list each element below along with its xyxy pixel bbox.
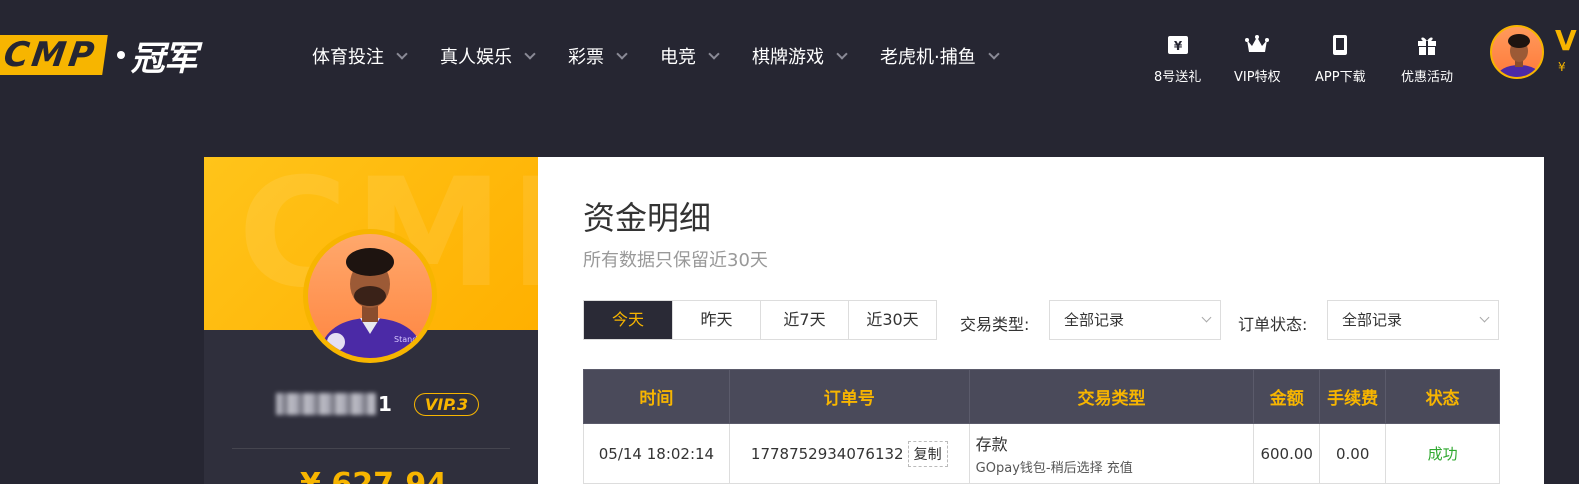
gift-icon xyxy=(1418,37,1436,55)
nav-item-live-casino[interactable]: 真人娱乐 xyxy=(440,42,536,70)
username-row: 1 VIP.3 xyxy=(276,391,480,417)
chevron-down-icon xyxy=(1201,312,1212,323)
quick-link-label: APP下载 xyxy=(1315,70,1366,85)
user-currency: ¥ xyxy=(1558,60,1566,74)
col-header-time: 时间 xyxy=(583,369,730,424)
quick-link-label: VIP特权 xyxy=(1234,70,1281,85)
profile-divider xyxy=(232,448,510,449)
quick-link-promotions[interactable]: 优惠活动 xyxy=(1401,34,1453,85)
logo-dot xyxy=(116,51,125,59)
vip-badge: VIP.3 xyxy=(413,392,480,416)
user-initial: V xyxy=(1555,24,1577,57)
type-sub: GOpay钱包-稍后选择 充值 xyxy=(975,461,1133,476)
select-value: 全部记录 xyxy=(1342,311,1403,329)
logo-text: 冠军 xyxy=(130,38,198,79)
page-title: 资金明细 xyxy=(583,199,712,237)
filter-type-label: 交易类型: xyxy=(960,315,1030,334)
order-status-select[interactable]: 全部记录 xyxy=(1327,300,1499,340)
avatar-portrait xyxy=(1497,34,1541,77)
balance-amount: ¥ 627.94 xyxy=(300,467,447,484)
nav-label: 彩票 xyxy=(568,47,604,68)
chevron-down-icon xyxy=(396,48,408,60)
cell-fee: 0.00 xyxy=(1319,423,1387,484)
chevron-down-icon xyxy=(1479,312,1490,323)
tab-last-7-days[interactable]: 近7天 xyxy=(760,301,848,339)
table-row: 05/14 18:02:14 1778752934076132 复制 存款 GOp… xyxy=(583,423,1500,484)
avatar-portrait: Standard xyxy=(318,248,430,358)
quick-link-label: 优惠活动 xyxy=(1401,70,1454,85)
select-value: 全部记录 xyxy=(1064,311,1125,329)
nav-item-slots-fishing[interactable]: 老虎机·捕鱼 xyxy=(880,42,1000,70)
chevron-down-icon xyxy=(988,48,1000,60)
nav-item-esports[interactable]: 电竞 xyxy=(660,42,720,70)
tab-last-30-days[interactable]: 近30天 xyxy=(848,301,936,339)
svg-text:¥: ¥ xyxy=(1173,39,1182,53)
nav-item-sports[interactable]: 体育投注 xyxy=(312,42,408,70)
nav-label: 老虎机·捕鱼 xyxy=(880,47,976,68)
transaction-type-select[interactable]: 全部记录 xyxy=(1049,300,1221,340)
crown-icon xyxy=(1245,35,1270,52)
nav-label: 体育投注 xyxy=(312,47,384,68)
page-subtitle: 所有数据只保留近30天 xyxy=(583,250,768,271)
quick-link-vip[interactable]: VIP特权 xyxy=(1234,34,1281,85)
profile-panel: CMP Standard 1 VIP.3 ¥ 627.94 xyxy=(204,157,538,484)
quick-link-app[interactable]: APP下载 xyxy=(1315,34,1366,85)
cell-status: 成功 xyxy=(1385,423,1500,484)
svg-text:Standard: Standard xyxy=(394,335,430,344)
col-header-fee: 手续费 xyxy=(1319,369,1387,424)
nav-item-lottery[interactable]: 彩票 xyxy=(568,42,628,70)
col-header-type: 交易类型 xyxy=(968,369,1255,424)
fund-details-panel: 资金明细 所有数据只保留近30天 今天 昨天 近7天 近30天 交易类型: 全部… xyxy=(538,157,1544,484)
cell-order-no: 1778752934076132 复制 xyxy=(728,423,970,484)
username-masked xyxy=(276,393,376,415)
col-header-amount: 金额 xyxy=(1253,369,1321,424)
cell-type: 存款 GOpay钱包-稍后选择 充值 xyxy=(968,423,1255,484)
site-logo[interactable]: CMP 冠军 xyxy=(0,34,198,79)
tab-yesterday[interactable]: 昨天 xyxy=(672,301,760,339)
main-nav: 体育投注 真人娱乐 彩票 电竞 棋牌游戏 老虎机·捕鱼 xyxy=(312,42,1032,70)
copy-button[interactable]: 复制 xyxy=(907,440,948,467)
phone-icon xyxy=(1333,35,1348,55)
tab-today[interactable]: 今天 xyxy=(584,301,672,339)
fund-details-table: 时间 订单号 交易类型 金额 手续费 状态 05/14 18:02:14 177… xyxy=(583,369,1500,484)
gift-card-icon: ¥ xyxy=(1167,36,1188,54)
chevron-down-icon xyxy=(616,48,628,60)
nav-label: 棋牌游戏 xyxy=(752,47,824,68)
nav-item-card-games[interactable]: 棋牌游戏 xyxy=(752,42,848,70)
top-navigation-bar: CMP 冠军 体育投注 真人娱乐 彩票 电竞 棋牌游戏 老虎机·捕鱼 ¥ 8号送… xyxy=(0,0,1579,112)
user-avatar[interactable] xyxy=(1490,25,1544,79)
type-main: 存款 xyxy=(975,435,1008,454)
chevron-down-icon xyxy=(708,48,720,60)
filter-status-label: 订单状态: xyxy=(1238,315,1308,334)
order-number: 1778752934076132 xyxy=(750,444,904,463)
table-header-row: 时间 订单号 交易类型 金额 手续费 状态 xyxy=(583,369,1500,424)
nav-label: 真人娱乐 xyxy=(440,47,512,68)
col-header-order-no: 订单号 xyxy=(728,369,970,424)
nav-label: 电竞 xyxy=(660,47,696,68)
chevron-down-icon xyxy=(524,48,536,60)
cell-amount: 600.00 xyxy=(1253,423,1321,484)
quick-link-label: 8号送礼 xyxy=(1154,70,1202,85)
date-range-tabs: 今天 昨天 近7天 近30天 xyxy=(583,300,937,340)
quick-link-gift-8[interactable]: ¥ 8号送礼 xyxy=(1154,34,1201,85)
profile-avatar[interactable]: Standard xyxy=(303,229,437,363)
chevron-down-icon xyxy=(836,48,848,60)
logo-cmp: CMP xyxy=(0,35,108,75)
col-header-status: 状态 xyxy=(1385,369,1500,424)
username-tail: 1 xyxy=(378,392,392,416)
cell-time: 05/14 18:02:14 xyxy=(583,423,730,484)
